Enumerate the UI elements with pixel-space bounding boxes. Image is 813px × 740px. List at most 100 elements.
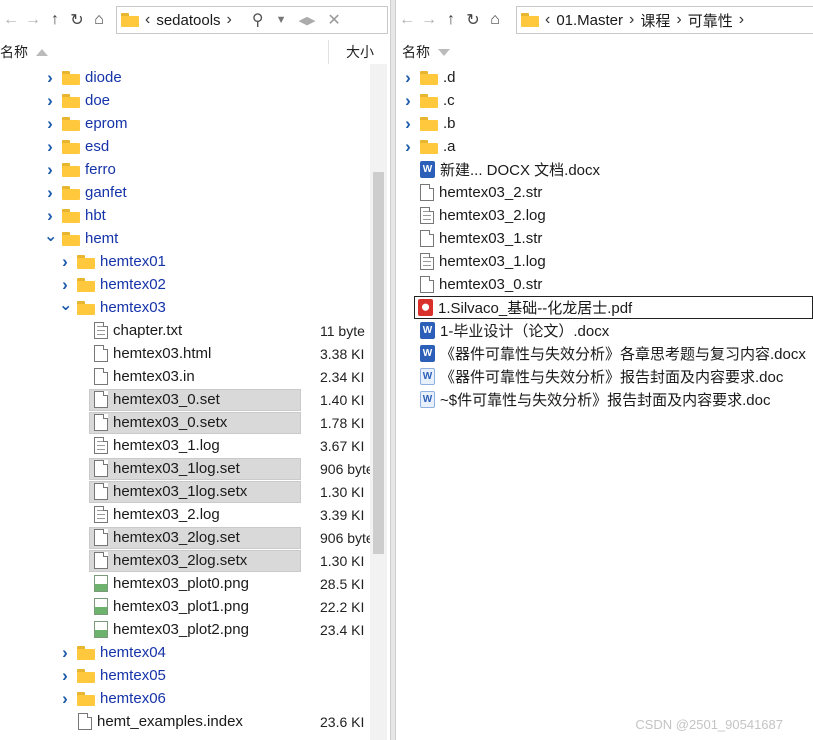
chevron-down-icon[interactable]: ⌄ xyxy=(44,226,57,246)
dropdown-icon[interactable]: ▼ xyxy=(276,14,287,26)
folder-row[interactable]: › hemtex01 xyxy=(0,250,390,273)
search-icon[interactable]: ⚲ xyxy=(252,10,264,30)
left-scrollbar[interactable] xyxy=(370,64,387,740)
file-row[interactable]: hemt_examples.index 23.6 KI xyxy=(0,710,390,733)
chevron-left-icon[interactable]: ‹ xyxy=(145,11,150,29)
folder-icon xyxy=(420,93,438,108)
folder-row[interactable]: › .d xyxy=(396,66,813,89)
up-icon[interactable]: ↑ xyxy=(44,8,66,32)
file-row[interactable]: hemtex03_1log.set 906 byte xyxy=(0,457,390,480)
file-row[interactable]: hemtex03_0.str xyxy=(396,273,813,296)
chevron-right-icon[interactable]: › xyxy=(59,689,71,709)
file-row[interactable]: hemtex03_1.log 3.67 KI xyxy=(0,434,390,457)
breadcrumb-reliability[interactable]: 可靠性 xyxy=(688,10,733,31)
file-row[interactable]: ⬤ 1.Silvaco_基础--化龙居士.pdf xyxy=(414,296,813,319)
file-row[interactable]: hemtex03_1.log xyxy=(396,250,813,273)
chevron-right-icon[interactable]: › xyxy=(44,137,56,157)
chevron-right-icon[interactable]: › xyxy=(59,666,71,686)
forward-icon[interactable]: → xyxy=(418,8,440,32)
file-row[interactable]: hemtex03_plot1.png 22.2 KI xyxy=(0,595,390,618)
breadcrumb-folder[interactable]: sedatools xyxy=(156,12,220,29)
refresh-icon[interactable]: ↻ xyxy=(66,8,88,32)
chevron-right-icon[interactable]: › xyxy=(676,11,681,29)
chevron-right-icon[interactable]: › xyxy=(44,206,56,226)
chevron-right-icon[interactable]: › xyxy=(227,11,232,29)
file-row[interactable]: W 《器件可靠性与失效分析》报告封面及内容要求.doc xyxy=(396,365,813,388)
file-row[interactable]: W 1-毕业设计（论文）.docx xyxy=(396,319,813,342)
chevron-right-icon[interactable]: › xyxy=(59,252,71,272)
name-column-header[interactable]: 名称 xyxy=(0,42,28,62)
folder-row[interactable]: › ferro xyxy=(0,158,390,181)
file-row[interactable]: hemtex03_0.setx 1.78 KI xyxy=(0,411,390,434)
chevron-down-icon[interactable]: ⌄ xyxy=(59,295,72,315)
chevron-right-icon[interactable]: › xyxy=(44,183,56,203)
file-row[interactable]: chapter.txt 11 byte xyxy=(0,319,390,342)
split-arrows-icon[interactable]: ◀▶ xyxy=(298,14,315,27)
word-doc-icon: W xyxy=(420,391,435,408)
file-row[interactable]: hemtex03_2log.set 906 byte xyxy=(0,526,390,549)
folder-row[interactable]: › eprom xyxy=(0,112,390,135)
file-row[interactable]: W 《器件可靠性与失效分析》各章思考题与复习内容.docx xyxy=(396,342,813,365)
chevron-right-icon[interactable]: › xyxy=(402,91,414,111)
file-row[interactable]: hemtex03_2log.setx 1.30 KI xyxy=(0,549,390,572)
up-icon[interactable]: ↑ xyxy=(440,8,462,32)
folder-row[interactable]: › .a xyxy=(396,135,813,158)
folder-row[interactable]: › .b xyxy=(396,112,813,135)
folder-row[interactable]: › doe xyxy=(0,89,390,112)
chevron-right-icon[interactable]: › xyxy=(739,11,744,29)
forward-icon[interactable]: → xyxy=(22,8,44,32)
file-row[interactable]: hemtex03_1.str xyxy=(396,227,813,250)
item-name: hemtex03_0.str xyxy=(439,276,543,293)
folder-row[interactable]: ⌄ hemt xyxy=(0,227,390,250)
column-divider[interactable] xyxy=(328,40,329,64)
close-icon[interactable]: ✕ xyxy=(327,10,340,30)
chevron-right-icon[interactable]: › xyxy=(629,11,634,29)
chevron-right-icon[interactable]: › xyxy=(59,643,71,663)
folder-row[interactable]: › hemtex02 xyxy=(0,273,390,296)
file-row[interactable]: hemtex03_1log.setx 1.30 KI xyxy=(0,480,390,503)
file-row[interactable]: hemtex03.html 3.38 KI xyxy=(0,342,390,365)
file-row[interactable]: W ~$件可靠性与失效分析》报告封面及内容要求.doc xyxy=(396,388,813,411)
back-icon[interactable]: ← xyxy=(396,8,418,32)
file-row[interactable]: hemtex03_2.log 3.39 KI xyxy=(0,503,390,526)
breadcrumb-master[interactable]: 01.Master xyxy=(556,12,623,29)
refresh-icon[interactable]: ↻ xyxy=(462,8,484,32)
folder-row[interactable]: › hemtex05 xyxy=(0,664,390,687)
left-address-bar[interactable]: ‹ sedatools › ⚲ ▼ ◀▶ ✕ xyxy=(116,6,388,34)
right-address-bar[interactable]: ‹ 01.Master › 课程 › 可靠性 › xyxy=(516,6,813,34)
back-icon[interactable]: ← xyxy=(0,8,22,32)
size-column-header[interactable]: 大小 xyxy=(346,42,374,62)
file-row[interactable]: hemtex03_plot2.png 23.4 KI xyxy=(0,618,390,641)
item-size: 1.40 KI xyxy=(320,391,365,408)
item-name: hemtex03_1.log xyxy=(113,437,220,454)
file-row[interactable]: hemtex03_2.str xyxy=(396,181,813,204)
scrollbar-thumb[interactable] xyxy=(373,172,384,554)
chevron-right-icon[interactable]: › xyxy=(44,114,56,134)
file-row[interactable]: W 新建... DOCX 文档.docx xyxy=(396,158,813,181)
folder-row[interactable]: › esd xyxy=(0,135,390,158)
breadcrumb-course[interactable]: 课程 xyxy=(640,10,670,31)
home-icon[interactable]: ⌂ xyxy=(88,8,110,32)
file-row[interactable]: hemtex03_plot0.png 28.5 KI xyxy=(0,572,390,595)
file-row[interactable]: hemtex03.in 2.34 KI xyxy=(0,365,390,388)
folder-row[interactable]: › hemtex06 xyxy=(0,687,390,710)
item-name: hemtex03_1.str xyxy=(439,230,543,247)
file-row[interactable]: hemtex03_0.set 1.40 KI xyxy=(0,388,390,411)
folder-row[interactable]: › .c xyxy=(396,89,813,112)
chevron-right-icon[interactable]: › xyxy=(44,160,56,180)
chevron-right-icon[interactable]: › xyxy=(402,68,414,88)
folder-row[interactable]: › ganfet xyxy=(0,181,390,204)
folder-row[interactable]: › hemtex04 xyxy=(0,641,390,664)
chevron-right-icon[interactable]: › xyxy=(44,91,56,111)
home-icon[interactable]: ⌂ xyxy=(484,8,506,32)
folder-row[interactable]: › hbt xyxy=(0,204,390,227)
chevron-right-icon[interactable]: › xyxy=(44,68,56,88)
chevron-right-icon[interactable]: › xyxy=(402,114,414,134)
chevron-right-icon[interactable]: › xyxy=(59,275,71,295)
folder-row[interactable]: ⌄ hemtex03 xyxy=(0,296,390,319)
chevron-right-icon[interactable]: › xyxy=(402,137,414,157)
chevron-left-icon[interactable]: ‹ xyxy=(545,11,550,29)
file-row[interactable]: hemtex03_2.log xyxy=(396,204,813,227)
folder-row[interactable]: › diode xyxy=(0,66,390,89)
name-column-header[interactable]: 名称 xyxy=(402,42,430,62)
